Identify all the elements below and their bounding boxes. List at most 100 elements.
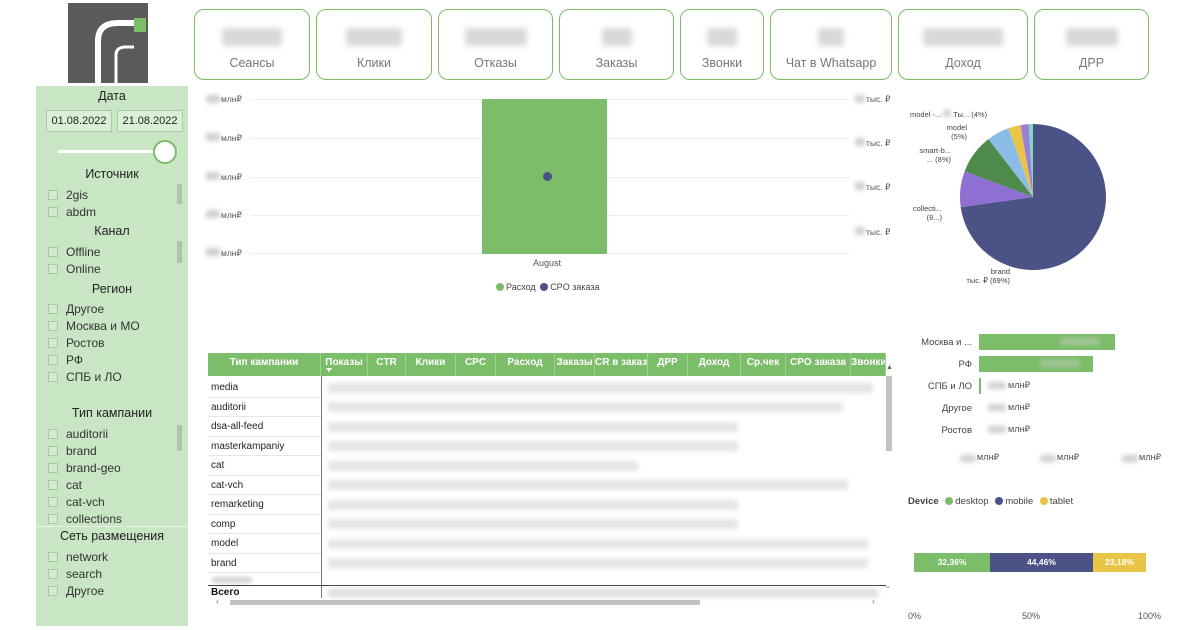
region-bar[interactable] [979,378,981,394]
table-row[interactable]: dsa-all-feed [208,417,321,437]
column-header[interactable]: CPC [456,353,496,376]
table-row[interactable]: brand [208,554,321,573]
source-scrollbar[interactable] [177,184,182,204]
legend-dot [995,497,1004,505]
source-option[interactable]: abdm [48,204,96,220]
horizontal-scrollbar-thumb[interactable] [230,600,700,605]
column-header[interactable]: CTR [368,353,406,376]
column-header[interactable]: Показы [321,353,368,376]
combo-legend: Расход CPO заказа [496,282,600,292]
column-header[interactable]: ДРР [648,353,688,376]
sort-desc-icon[interactable] [326,368,332,372]
region-label: Москва и ... [921,337,972,348]
scroll-up-icon[interactable]: ▲ [886,364,893,371]
checkbox-icon [48,321,58,331]
date-to-input[interactable]: 21.08.2022 [117,110,183,132]
legend-dot [945,497,954,505]
device-axis-tick: 100% [1138,611,1162,621]
table-row[interactable]: cat-vch [208,476,321,495]
date-from-input[interactable]: 01.08.2022 [46,110,112,132]
kpi-card-clicks: Клики [316,9,432,80]
region-option[interactable]: Ростов [48,335,105,351]
channel-filter-title: Канал [94,224,130,238]
scroll-left-icon[interactable]: ‹ [216,598,224,606]
table-row[interactable]: comp [208,515,321,534]
column-header[interactable]: Доход [688,353,741,376]
campaign-type-option[interactable]: brand [48,443,97,459]
checkbox-icon [48,190,58,200]
checkbox-icon [48,304,58,314]
checkbox-icon [48,264,58,274]
panel-divider [36,526,188,527]
table-row[interactable]: masterkampaniy [208,437,321,456]
device-segment-desktop[interactable]: 32,36% [914,553,990,572]
device-segment-tablet[interactable]: 23,18% [1093,553,1146,572]
table-row[interactable]: cat [208,456,321,476]
column-header[interactable]: Заказы [555,353,595,376]
column-header[interactable]: CR в заказ [595,353,648,376]
kpi-label: Клики [356,56,391,70]
table-row[interactable]: auditorii [208,398,321,417]
region-value-unit: млн₽ [1008,402,1031,412]
device-legend-title: Device [908,496,939,507]
campaign-type-option[interactable]: brand-geo [48,460,121,476]
region-value-unit: млн₽ [1008,424,1031,434]
source-filter-title: Источник [85,167,139,181]
table-row[interactable]: model [208,534,321,554]
region-label: Ростов [941,425,972,436]
region-label: СПБ и ЛО [927,381,972,392]
right-axis-label: тыс. ₽ [866,138,891,148]
column-header[interactable]: CPO заказа [786,353,851,376]
checkbox-icon [48,497,58,507]
column-header[interactable]: Звонки [851,353,886,376]
region-label: РФ [958,359,972,370]
region-option[interactable]: СПБ и ЛО [48,369,122,385]
campaign-type-option[interactable]: auditorii [48,426,108,442]
checkbox-icon [48,207,58,217]
network-option[interactable]: Другое [48,583,104,599]
date-slider-handle[interactable] [153,140,177,164]
scroll-down-icon[interactable]: ⌄ [885,583,893,591]
region-axis-tick: млн₽ [1057,452,1080,462]
channel-option[interactable]: Online [48,261,101,277]
checkbox-icon [48,552,58,562]
column-header[interactable]: Расход [496,353,555,376]
device-segment-mobile[interactable]: 44,46% [990,553,1093,572]
checkbox-icon [48,480,58,490]
campaign-type-scrollbar[interactable] [177,425,182,451]
campaign-type-option[interactable]: collections [48,511,122,527]
region-option[interactable]: РФ [48,352,83,368]
network-option[interactable]: search [48,566,102,582]
legend-dot [540,283,549,291]
checkbox-icon [48,429,58,439]
cpo-point[interactable] [543,172,552,181]
campaign-type-option[interactable]: cat-vch [48,494,105,510]
region-option[interactable]: Другое [48,301,104,317]
checkbox-icon [48,463,58,473]
table-row[interactable]: remarketing [208,495,321,515]
pie-label: model (5%) [946,123,967,141]
column-header[interactable]: Клики [406,353,456,376]
network-option[interactable]: network [48,549,108,565]
legend-dot [1039,497,1048,505]
device-legend: Device desktop mobile tablet [908,496,1074,507]
kpi-label: Отказы [474,56,517,70]
scroll-right-icon[interactable]: › [872,598,880,606]
column-header[interactable]: Тип кампании [208,353,321,376]
region-option[interactable]: Москва и МО [48,318,140,334]
checkbox-icon [48,514,58,524]
kpi-label: Заказы [595,56,638,70]
column-header[interactable]: Ср.чек [741,353,786,376]
pie-svg [959,123,1106,270]
campaign-type-option[interactable]: cat [48,477,82,493]
channel-option[interactable]: Offline [48,244,100,260]
table-frozen-divider [321,376,322,598]
kpi-card-calls: Звонки [680,9,764,80]
table-row[interactable]: media [208,378,321,398]
network-filter-title: Сеть размещения [59,529,165,543]
kpi-label: Сеансы [229,56,275,70]
channel-scrollbar[interactable] [177,241,182,263]
vertical-scrollbar-thumb[interactable] [886,376,892,451]
region-axis-tick: млн₽ [977,452,1000,462]
source-option[interactable]: 2gis [48,187,88,203]
